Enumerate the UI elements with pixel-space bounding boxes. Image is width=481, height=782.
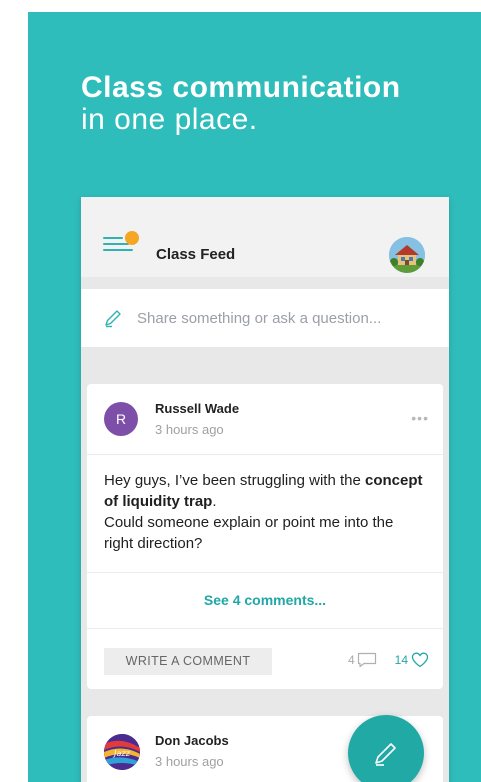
promo-background: Class communication in one place. Class … <box>28 12 481 782</box>
app-screen: Class Feed Share something or ask a ques… <box>81 197 449 782</box>
composer-placeholder: Share something or ask a question... <box>137 309 382 327</box>
headline: Class communication in one place. <box>81 72 401 136</box>
post-stats: 4 14 <box>348 652 429 668</box>
see-comments-link[interactable]: See 4 comments... <box>87 592 443 608</box>
post-card: R Russell Wade 3 hours ago ••• Hey guys,… <box>87 384 443 689</box>
divider <box>87 572 443 573</box>
pencil-icon <box>375 743 396 766</box>
menu-bar <box>103 243 129 245</box>
class-avatar[interactable] <box>389 237 425 273</box>
comment-icon[interactable] <box>357 652 377 668</box>
divider <box>87 454 443 455</box>
svg-text:Jazz: Jazz <box>112 749 130 758</box>
post-time: 3 hours ago <box>155 422 224 437</box>
page-title: Class Feed <box>156 246 236 263</box>
author-name[interactable]: Don Jacobs <box>155 733 229 748</box>
menu-bar <box>103 237 123 239</box>
house-icon <box>389 237 425 273</box>
headline-line-1: Class communication <box>81 71 401 104</box>
app-bar: Class Feed <box>81 197 449 277</box>
pencil-icon <box>105 310 121 328</box>
comment-count: 4 <box>347 653 355 667</box>
heart-icon[interactable] <box>411 652 429 668</box>
post-body: Hey guys, I’ve been struggling with the … <box>104 470 424 554</box>
share-composer[interactable]: Share something or ask a question... <box>81 289 449 347</box>
write-comment-button[interactable]: WRITE A COMMENT <box>104 648 272 675</box>
compose-fab-button[interactable] <box>348 715 424 782</box>
headline-line-2: in one place. <box>81 103 258 136</box>
notification-dot <box>125 231 139 245</box>
menu-bar <box>103 249 133 251</box>
divider <box>87 628 443 629</box>
avatar[interactable]: R <box>104 402 138 436</box>
jazz-logo-icon: Jazz <box>104 734 140 770</box>
like-count: 14 <box>394 653 408 667</box>
post-body-text: Hey guys, I’ve been struggling with the <box>104 472 365 489</box>
more-options-icon[interactable]: ••• <box>411 410 429 426</box>
avatar[interactable]: Jazz <box>104 734 140 770</box>
post-time: 3 hours ago <box>155 754 224 769</box>
author-name[interactable]: Russell Wade <box>155 401 239 416</box>
menu-icon[interactable] <box>103 231 139 255</box>
